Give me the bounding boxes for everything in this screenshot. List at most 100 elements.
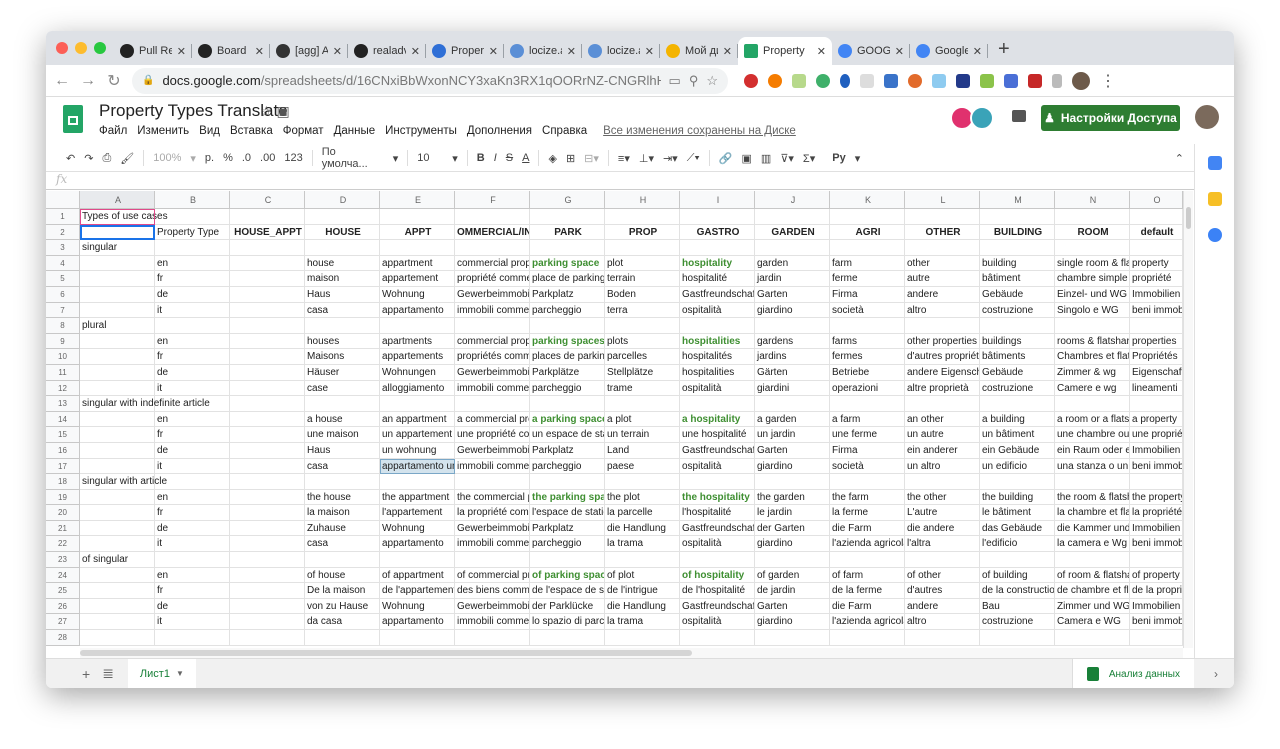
share-button[interactable]: ♟ Настройки Доступа <box>1041 105 1180 131</box>
cell-e3[interactable] <box>380 240 455 256</box>
cell-d24[interactable]: of house <box>305 567 380 584</box>
json-extension-icon[interactable] <box>860 73 874 88</box>
cell-d25[interactable]: De la maison <box>305 583 380 599</box>
cell-f14[interactable]: a commercial pro <box>455 411 530 428</box>
menu-item[interactable]: Изменить <box>137 125 189 137</box>
cell-l20[interactable]: L'autre <box>905 505 980 521</box>
cell-a23[interactable]: of singular <box>80 552 155 568</box>
cell-m22[interactable]: l'edificio <box>980 536 1055 553</box>
cell-e12[interactable]: alloggiamento <box>380 380 455 397</box>
cell-k23[interactable] <box>830 552 905 568</box>
row-header[interactable]: 5 <box>46 271 80 287</box>
cell-f21[interactable]: Gewerbeimmobil <box>455 520 530 537</box>
cell-c4[interactable] <box>230 255 305 272</box>
text-wrap-icon[interactable]: ⇥▾ <box>663 152 678 165</box>
cell-m6[interactable]: Gebäude <box>980 286 1055 303</box>
cell-a13[interactable]: singular with indefinite article <box>80 396 210 412</box>
cell-l19[interactable]: the other <box>905 489 980 506</box>
cell-d19[interactable]: the house <box>305 489 380 506</box>
cell-n28[interactable] <box>1055 630 1130 646</box>
cell-k22[interactable]: l'azienda agricola <box>830 536 905 553</box>
cell-h8[interactable] <box>605 318 680 334</box>
cell-k28[interactable] <box>830 630 905 646</box>
insert-link-icon[interactable]: 🔗 <box>719 152 733 165</box>
column-header-b[interactable]: B <box>155 191 230 209</box>
cell-i18[interactable] <box>680 474 755 490</box>
cell-l10[interactable]: d'autres propriété <box>905 349 980 365</box>
new-tab-button[interactable]: + <box>988 38 1020 65</box>
cell-g28[interactable] <box>530 630 605 646</box>
cell-c5[interactable] <box>230 271 305 287</box>
cell-g17[interactable]: parcheggio <box>530 458 605 475</box>
cell-o1[interactable] <box>1130 209 1183 225</box>
row-header[interactable]: 26 <box>46 598 80 615</box>
cell-h26[interactable]: die Handlung <box>605 598 680 615</box>
cell-n18[interactable] <box>1055 474 1130 490</box>
cell-n24[interactable]: of room & flatsha <box>1055 567 1130 584</box>
cell-j10[interactable]: jardins <box>755 349 830 365</box>
cell-h18[interactable] <box>605 474 680 490</box>
more-formats-button[interactable]: 123 <box>284 152 302 164</box>
insert-comment-icon[interactable]: ▣ <box>742 152 752 165</box>
cell-b5[interactable]: fr <box>155 271 230 287</box>
cell-a21[interactable] <box>80 520 155 537</box>
cell-h24[interactable]: of plot <box>605 567 680 584</box>
cell-n25[interactable]: de chambre et fla <box>1055 583 1130 599</box>
cell-k3[interactable] <box>830 240 905 256</box>
cell-b12[interactable]: it <box>155 380 230 397</box>
cell-j9[interactable]: gardens <box>755 333 830 350</box>
cell-o24[interactable]: of property <box>1130 567 1183 584</box>
back-icon[interactable]: ← <box>54 72 70 90</box>
input-tools-button[interactable]: Pу <box>832 152 845 164</box>
cell-a27[interactable] <box>80 614 155 631</box>
cell-l17[interactable]: un altro <box>905 458 980 475</box>
cast-icon[interactable]: ▭ <box>669 73 681 89</box>
cell-e26[interactable]: Wohnung <box>380 598 455 615</box>
browser-tab[interactable]: [agg] Add ✕ <box>270 37 348 65</box>
cell-e24[interactable]: of appartment <box>380 567 455 584</box>
cell-h13[interactable] <box>605 396 680 412</box>
cell-n9[interactable]: rooms & flatshare <box>1055 333 1130 350</box>
cell-g22[interactable]: parcheggio <box>530 536 605 553</box>
cell-g10[interactable]: places de parking <box>530 349 605 365</box>
cell-n15[interactable]: une chambre ou <box>1055 427 1130 443</box>
menu-item[interactable]: Вид <box>199 125 220 137</box>
cell-f20[interactable]: la propriété comr <box>455 505 530 521</box>
column-header-f[interactable]: F <box>455 191 530 209</box>
browser-tab[interactable]: Google П ✕ <box>910 37 988 65</box>
cell-n22[interactable]: la camera e Wg <box>1055 536 1130 553</box>
cell-j8[interactable] <box>755 318 830 334</box>
horizontal-scrollbar[interactable] <box>80 648 1183 658</box>
cell-h25[interactable]: de l'intrigue <box>605 583 680 599</box>
cell-n23[interactable] <box>1055 552 1130 568</box>
menu-item[interactable]: Дополнения <box>467 125 532 137</box>
cell-d23[interactable] <box>305 552 380 568</box>
cell-a22[interactable] <box>80 536 155 553</box>
cell-d17[interactable]: casa <box>305 458 380 475</box>
all-sheets-icon[interactable]: ≣ <box>102 665 114 682</box>
cell-k1[interactable] <box>830 209 905 225</box>
cell-k24[interactable]: of farm <box>830 567 905 584</box>
cell-d12[interactable]: case <box>305 380 380 397</box>
browser-tab[interactable]: Pull Requ ✕ <box>114 37 192 65</box>
cell-f12[interactable]: immobili commer <box>455 380 530 397</box>
extension-icon[interactable] <box>980 73 994 88</box>
cell-o22[interactable]: beni immob <box>1130 536 1183 553</box>
cell-k7[interactable]: società <box>830 302 905 319</box>
cell-o28[interactable] <box>1130 630 1183 646</box>
cell-i13[interactable] <box>680 396 755 412</box>
cell-k11[interactable]: Betriebe <box>830 364 905 381</box>
cell-c13[interactable] <box>230 396 305 412</box>
cell-g20[interactable]: l'espace de static <box>530 505 605 521</box>
cell-l24[interactable]: of other <box>905 567 980 584</box>
cell-i5[interactable]: hospitalité <box>680 271 755 287</box>
cell-m20[interactable]: le bâtiment <box>980 505 1055 521</box>
cell-l26[interactable]: andere <box>905 598 980 615</box>
column-header-o[interactable]: O <box>1130 191 1183 209</box>
cell-d27[interactable]: da casa <box>305 614 380 631</box>
cell-g8[interactable] <box>530 318 605 334</box>
cell-n12[interactable]: Camere e wg <box>1055 380 1130 397</box>
close-tab-icon[interactable]: ✕ <box>333 45 342 58</box>
row-header[interactable]: 25 <box>46 583 80 599</box>
cell-f9[interactable]: commercial prope <box>455 333 530 350</box>
